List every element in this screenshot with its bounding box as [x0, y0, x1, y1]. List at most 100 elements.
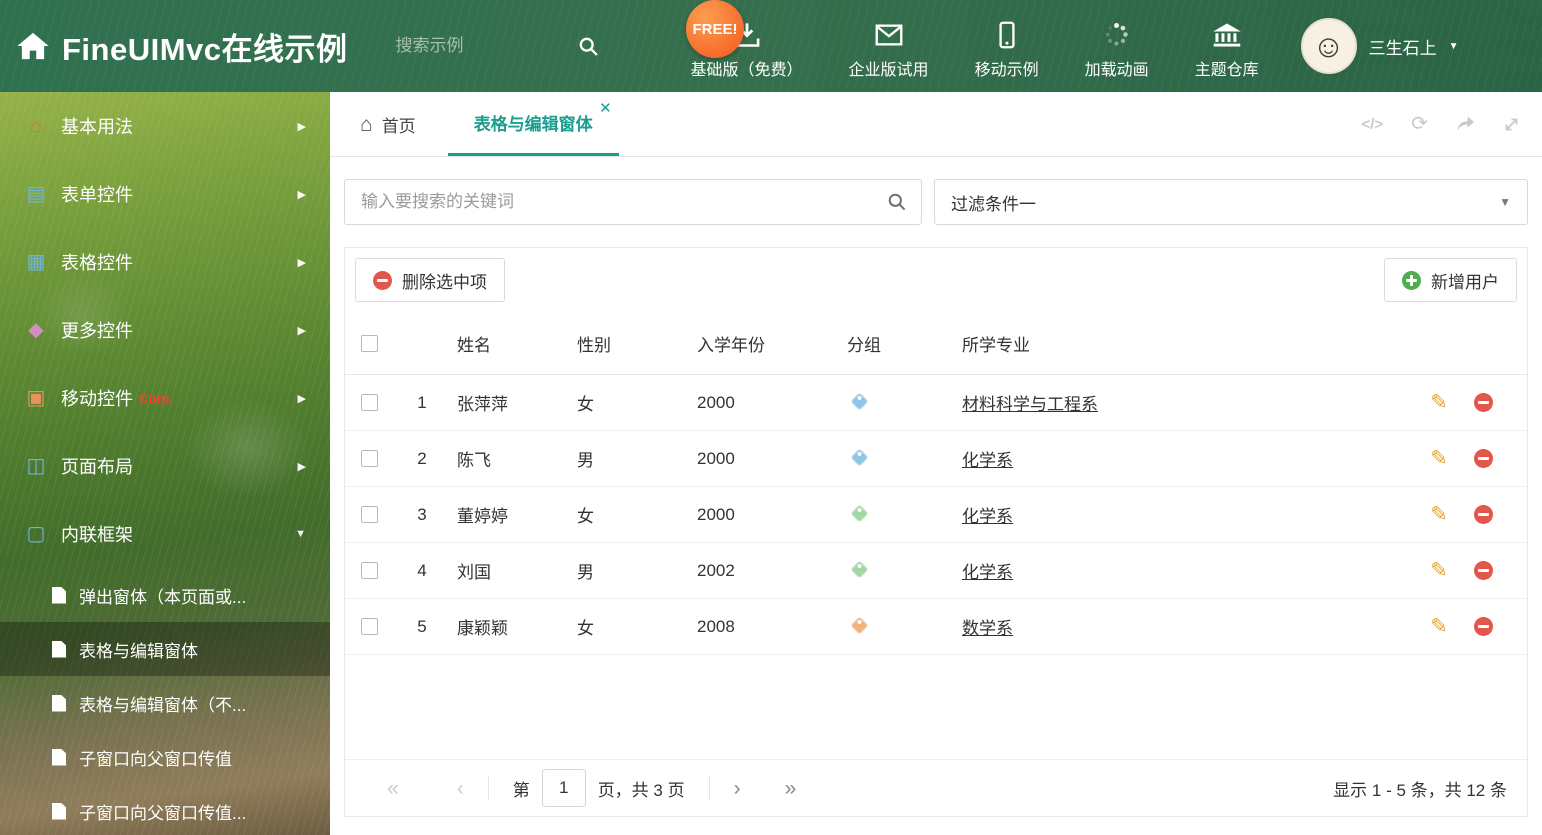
col-year[interactable]: 入学年份 [691, 331, 841, 356]
first-page-icon[interactable]: « [387, 778, 399, 799]
major-link[interactable]: 材料科学与工程系 [962, 395, 1098, 414]
close-icon[interactable]: ✕ [599, 101, 612, 116]
record-summary: 显示 1 - 5 条，共 12 条 [1333, 780, 1507, 800]
delete-icon[interactable] [1474, 449, 1493, 468]
sidebar-item-iframe[interactable]: ▢ 内联框架 ▼ [0, 500, 330, 568]
row-checkbox[interactable] [360, 450, 378, 467]
nav-loading-animation[interactable]: 加载动画 [1085, 13, 1149, 80]
col-major[interactable]: 所学专业 [956, 331, 1417, 356]
delete-selected-button[interactable]: 删除选中项 [355, 258, 505, 302]
nav-enterprise-trial[interactable]: 企业版试用 [849, 13, 929, 80]
table-header-row: 姓名 性别 入学年份 分组 所学专业 [345, 312, 1527, 375]
prev-page-icon[interactable]: ‹ [457, 778, 464, 799]
search-icon[interactable] [578, 36, 599, 57]
sidebar-item-basic-usage[interactable]: ⌂ 基本用法 ▶ [0, 92, 330, 160]
major-link[interactable]: 化学系 [962, 563, 1013, 582]
source-code-icon[interactable]: </> [1362, 117, 1384, 132]
tag-icon [850, 615, 869, 635]
row-checkbox[interactable] [360, 562, 378, 579]
table-row: 4 刘国 男 2002 化学系 ✎ [345, 543, 1527, 599]
sidebar-item-page-layout[interactable]: ◫ 页面布局 ▶ [0, 432, 330, 500]
major-link[interactable]: 数学系 [962, 619, 1013, 638]
sidebar-item-grid-controls[interactable]: ▦ 表格控件 ▶ [0, 228, 330, 296]
delete-icon[interactable] [1474, 393, 1493, 412]
forward-icon[interactable] [1456, 116, 1475, 132]
filter-row: 过滤条件一 ▼ [344, 179, 1528, 225]
sidebar-subitem-child-to-parent[interactable]: 子窗口向父窗口传值 [0, 730, 330, 784]
mobile-control-icon: ▣ [26, 387, 46, 409]
row-checkbox[interactable] [360, 506, 378, 523]
row-checkbox[interactable] [360, 618, 378, 635]
chevron-down-icon[interactable]: ▼ [1449, 41, 1459, 52]
sidebar: ⌂ 基本用法 ▶ ▤ 表单控件 ▶ ▦ 表格控件 ▶ ◆ 更多控件 ▶ ▣ 移动… [0, 92, 330, 835]
header-search [393, 35, 599, 57]
cell-name: 康颖颖 [457, 619, 508, 638]
cell-gender: 女 [577, 507, 594, 526]
table-row: 2 陈飞 男 2000 化学系 ✎ [345, 431, 1527, 487]
chevron-right-icon: ▶ [297, 120, 306, 133]
app-root: FineUIMvc在线示例 FREE! 基础版（免费） 企业版试用 [0, 0, 1542, 835]
user-menu: ☺ 三生石上 ▼ [1300, 18, 1459, 74]
last-page-icon[interactable]: » [785, 778, 797, 799]
edit-icon[interactable]: ✎ [1430, 560, 1448, 581]
delete-icon[interactable] [1474, 617, 1493, 636]
tab-grid-edit-window[interactable]: 表格与编辑窗体 ✕ [447, 92, 619, 156]
cell-year: 2000 [697, 504, 735, 524]
top-nav: 基础版（免费） 企业版试用 移动示例 加载动画 主题仓库 [691, 13, 1259, 80]
pager-divider [487, 776, 489, 800]
sidebar-subitem-child-to-parent-2[interactable]: 子窗口向父窗口传值... [0, 784, 330, 835]
delete-icon[interactable] [1474, 505, 1493, 524]
table-row: 1 张萍萍 女 2000 材料科学与工程系 ✎ [345, 375, 1527, 431]
search-icon[interactable] [887, 192, 907, 212]
sidebar-item-form-controls[interactable]: ▤ 表单控件 ▶ [0, 160, 330, 228]
chevron-down-icon: ▼ [295, 528, 306, 540]
table-row: 5 康颖颖 女 2008 数学系 ✎ [345, 599, 1527, 655]
sidebar-item-more-controls[interactable]: ◆ 更多控件 ▶ [0, 296, 330, 364]
major-link[interactable]: 化学系 [962, 451, 1013, 470]
file-icon [52, 802, 66, 820]
page-suffix-label: 页，共 3 页 [597, 780, 685, 800]
sidebar-subitem-grid-edit-window-2[interactable]: 表格与编辑窗体（不... [0, 676, 330, 730]
add-user-button[interactable]: 新增用户 [1384, 258, 1517, 302]
edit-icon[interactable]: ✎ [1430, 392, 1448, 413]
header-search-input[interactable] [393, 35, 570, 57]
house-icon: ⌂ [29, 115, 43, 137]
delete-icon[interactable] [1474, 561, 1493, 580]
edit-icon[interactable]: ✎ [1430, 448, 1448, 469]
cell-gender: 男 [577, 451, 594, 470]
sidebar-item-mobile-controls[interactable]: ▣ 移动控件 Corp. ▶ [0, 364, 330, 432]
keyword-search-input[interactable] [359, 191, 887, 213]
nav-theme-repo[interactable]: 主题仓库 [1195, 13, 1259, 80]
sidebar-subitem-grid-edit-window[interactable]: 表格与编辑窗体 [0, 622, 330, 676]
filter-dropdown[interactable]: 过滤条件一 ▼ [934, 179, 1528, 225]
select-all-checkbox[interactable] [360, 334, 378, 352]
keyword-search-box [344, 179, 922, 225]
page-number-input[interactable] [541, 769, 586, 807]
chevron-right-icon: ▶ [297, 460, 306, 473]
row-checkbox[interactable] [360, 394, 378, 411]
col-name[interactable]: 姓名 [451, 331, 571, 356]
pager-divider [708, 776, 710, 800]
cell-name: 张萍萍 [457, 395, 508, 414]
next-page-icon[interactable]: › [734, 778, 741, 799]
row-number: 3 [417, 504, 427, 524]
nav-mobile-demo[interactable]: 移动示例 [975, 13, 1039, 80]
edit-icon[interactable]: ✎ [1430, 504, 1448, 525]
col-gender[interactable]: 性别 [571, 331, 691, 356]
expand-icon[interactable] [1503, 116, 1520, 133]
row-number: 1 [417, 392, 427, 412]
col-group[interactable]: 分组 [841, 331, 956, 356]
edit-icon[interactable]: ✎ [1430, 616, 1448, 637]
major-link[interactable]: 化学系 [962, 507, 1013, 526]
tab-home[interactable]: ⌂ 首页 [344, 92, 432, 156]
layout-icon: ◫ [26, 455, 46, 477]
chevron-right-icon: ▶ [297, 392, 306, 405]
avatar[interactable]: ☺ [1300, 18, 1357, 74]
refresh-icon[interactable]: ⟳ [1411, 114, 1428, 134]
file-icon [52, 586, 66, 604]
sidebar-subitem-popup-window[interactable]: 弹出窗体（本页面或... [0, 568, 330, 622]
cell-year: 2000 [697, 392, 735, 412]
home-icon[interactable] [16, 31, 50, 61]
cell-name: 董婷婷 [457, 507, 508, 526]
user-name[interactable]: 三生石上 [1369, 34, 1437, 59]
